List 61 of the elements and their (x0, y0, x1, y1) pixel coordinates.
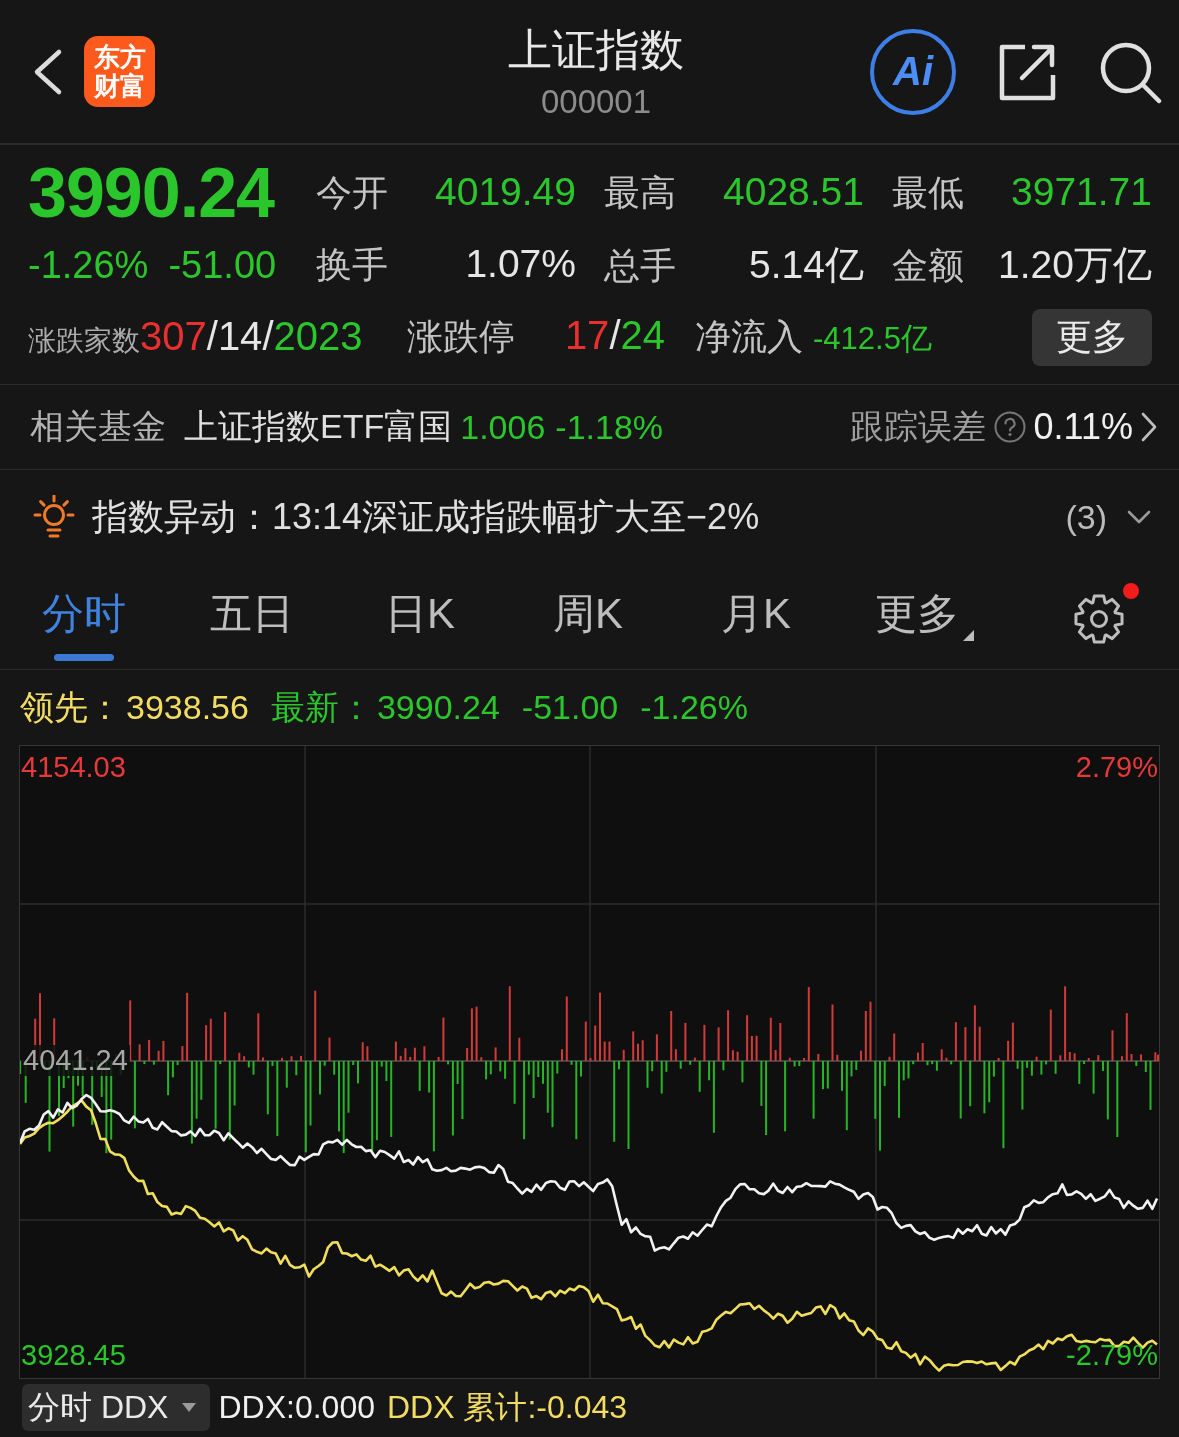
percent-axis-label: -2.79% (1066, 1341, 1158, 1370)
stat-value: 4019.49 (435, 169, 576, 214)
alert-count: (3) (1065, 497, 1107, 537)
chart-tab[interactable]: 更多 (840, 564, 1008, 669)
chevron-down-icon[interactable] (1127, 510, 1151, 524)
price-axis-label: 4154.03 (21, 753, 126, 782)
page-title: 上证指数 (508, 27, 684, 74)
stat-value: 3971.71 (1011, 169, 1152, 214)
change-amount: -51.00 (168, 243, 277, 287)
stock-code: 000001 (540, 85, 652, 120)
fund-name[interactable]: 上证指数ETF富国 (184, 404, 453, 450)
caret-icon (182, 1403, 197, 1412)
change-percent: -1.26% (640, 688, 748, 727)
fund-price: 1.006 (460, 407, 546, 447)
change-amount: -51.00 (521, 688, 619, 727)
ddx-value: DDX:0.000 (218, 1389, 375, 1426)
tracking-error-value: 0.11% (1033, 406, 1133, 448)
net-inflow-value: -412.5亿 (813, 319, 932, 358)
chevron-right-icon[interactable] (1141, 412, 1157, 442)
breadth-label: 涨跌家数 (28, 324, 140, 358)
stat-value: 5.14亿 (749, 242, 864, 288)
fund-label: 相关基金 (30, 406, 166, 447)
stat-value: 4028.51 (723, 169, 864, 214)
limit-value: 17/24 (564, 312, 665, 358)
lead-label: 领先： (20, 686, 122, 728)
change-percent: -1.26% (28, 243, 149, 287)
more-button[interactable]: 更多 (1032, 308, 1152, 366)
settings-icon[interactable] (1073, 592, 1125, 645)
chart-tab[interactable]: 周K (504, 564, 672, 669)
lead-value: 3938.56 (126, 688, 249, 727)
latest-label: 最新： (270, 686, 373, 728)
chart-tab[interactable]: 月K (672, 564, 840, 669)
last-price: 3990.24 (28, 158, 275, 228)
alert-text[interactable]: 指数异动：13:14深证成指跌幅扩大至−2% (92, 492, 760, 542)
help-icon[interactable] (993, 411, 1026, 443)
app-logo: 东方财富 (84, 36, 155, 107)
ddx-total: DDX 累计:-0.043 (387, 1387, 628, 1427)
price-axis-label: 4041.24 (21, 1045, 130, 1076)
stat-label: 最高 (604, 170, 676, 215)
chart-tab[interactable]: 分时 (0, 564, 168, 669)
stat-value: 1.07% (465, 241, 576, 286)
indicator-dropdown[interactable]: 分时 DDX (22, 1384, 211, 1431)
chart-tab[interactable]: 五日 (168, 564, 336, 669)
net-inflow-label: 净流入 (695, 314, 803, 359)
ai-button[interactable]: Ai (870, 28, 956, 115)
stat-label: 换手 (316, 242, 388, 287)
tracking-error-label: 跟踪误差 (849, 406, 986, 447)
stat-label: 最低 (892, 170, 964, 215)
limit-label: 涨跌停 (407, 314, 515, 359)
lightbulb-icon (32, 495, 76, 539)
fund-change: -1.18% (555, 407, 664, 447)
stat-label: 今开 (316, 170, 388, 215)
stat-label: 金额 (892, 244, 964, 288)
percent-axis-label: 2.79% (1075, 753, 1158, 782)
breadth-value: 307/14/2023 (140, 314, 363, 359)
chart-tab[interactable]: 日K (336, 564, 504, 669)
latest-value: 3990.24 (376, 688, 500, 727)
caret-icon (962, 630, 974, 641)
stat-label: 总手 (604, 244, 676, 288)
stat-value: 1.20万亿 (998, 242, 1152, 288)
price-axis-label: 3928.45 (21, 1341, 126, 1370)
